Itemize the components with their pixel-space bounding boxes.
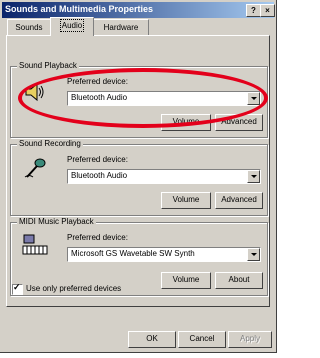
playback-device-value: Bluetooth Audio (71, 93, 128, 102)
tab-hardware-label: Hardware (103, 23, 139, 32)
tab-audio-label: Audio (59, 19, 85, 32)
sound-recording-label: Sound Recording (17, 139, 83, 148)
ok-button[interactable]: OK (128, 331, 176, 348)
sound-recording-group: Sound Recording Preferred device: Blueto… (10, 139, 268, 216)
tab-sounds-label: Sounds (15, 23, 43, 32)
chevron-down-icon[interactable] (247, 170, 260, 183)
chevron-down-icon[interactable] (247, 92, 260, 105)
use-preferred-only-checkbox[interactable] (12, 282, 23, 295)
cancel-button[interactable]: Cancel (178, 331, 226, 348)
title-bar[interactable]: Sounds and Multimedia Properties ? × (2, 2, 275, 18)
properties-window: Sounds and Multimedia Properties ? × Sou… (0, 0, 277, 353)
tab-hardware[interactable]: Hardware (93, 19, 149, 36)
tab-sounds[interactable]: Sounds (7, 19, 51, 36)
recording-device-value: Bluetooth Audio (71, 171, 128, 180)
use-preferred-only-label: Use only preferred devices (26, 284, 122, 293)
midi-device-label: Preferred device: (67, 233, 128, 242)
midi-volume-button[interactable]: Volume (161, 272, 211, 289)
recording-advanced-button[interactable]: Advanced (215, 192, 263, 209)
help-button[interactable]: ? (246, 4, 261, 17)
sound-playback-label: Sound Playback (17, 61, 79, 70)
playback-advanced-button[interactable]: Advanced (215, 114, 263, 131)
window-title: Sounds and Multimedia Properties (5, 4, 154, 14)
sound-playback-group: Sound Playback Preferred device: Bluetoo… (10, 61, 268, 138)
midi-device-value: Microsoft GS Wavetable SW Synth (71, 249, 195, 258)
playback-device-label: Preferred device: (67, 77, 128, 86)
playback-device-select[interactable]: Bluetooth Audio (67, 91, 261, 106)
midi-playback-label: MIDI Music Playback (17, 217, 96, 226)
playback-volume-button[interactable]: Volume (161, 114, 211, 131)
midi-keyboard-icon (22, 234, 48, 255)
midi-device-select[interactable]: Microsoft GS Wavetable SW Synth (67, 247, 261, 262)
recording-device-label: Preferred device: (67, 155, 128, 164)
speaker-icon (25, 82, 44, 102)
midi-about-button[interactable]: About (215, 272, 263, 289)
apply-button[interactable]: Apply (228, 331, 272, 348)
close-button[interactable]: × (260, 4, 275, 17)
recording-volume-button[interactable]: Volume (161, 192, 211, 209)
microphone-icon (24, 158, 46, 178)
chevron-down-icon[interactable] (247, 248, 260, 261)
tab-audio[interactable]: Audio (50, 17, 94, 36)
recording-device-select[interactable]: Bluetooth Audio (67, 169, 261, 184)
